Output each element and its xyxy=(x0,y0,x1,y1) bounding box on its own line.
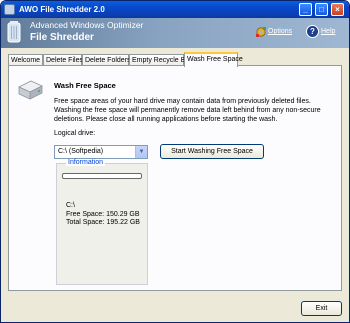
chevron-down-icon[interactable]: ▼ xyxy=(135,146,147,158)
exit-button[interactable]: Exit xyxy=(301,301,342,316)
logical-drive-label: Logical drive: xyxy=(54,130,96,137)
wash-free-space-panel: Wash Free Space Free space areas of your… xyxy=(8,65,342,291)
app-window: AWO File Shredder 2.0 _ □ × Advanced Win… xyxy=(0,0,350,323)
total-space-value: Total Space: 195.22 GB xyxy=(66,219,140,226)
start-washing-button[interactable]: Start Washing Free Space xyxy=(160,144,264,159)
module-name: File Shredder xyxy=(30,32,94,43)
recycle-bin-logo-icon xyxy=(7,21,21,43)
help-icon[interactable]: ? xyxy=(306,25,319,38)
window-title: AWO File Shredder 2.0 xyxy=(19,5,105,14)
panel-description: Free space areas of your hard drive may … xyxy=(54,98,321,123)
information-legend: Information xyxy=(66,159,106,166)
suite-name: Advanced Windows Optimizer xyxy=(30,20,144,30)
app-icon xyxy=(4,4,15,15)
minimize-button[interactable]: _ xyxy=(299,3,312,16)
tab-wash-free-space[interactable]: Wash Free Space xyxy=(184,52,243,67)
app-header: Advanced Windows Optimizer File Shredder… xyxy=(1,18,349,48)
drive-letter: C:\ xyxy=(66,202,75,209)
maximize-button[interactable]: □ xyxy=(315,3,328,16)
logical-drive-value: C:\ (Softpedia) xyxy=(58,148,104,155)
information-group: Information C:\ Free Space: 150.29 GB To… xyxy=(56,159,148,285)
drive-info: C:\ Free Space: 150.29 GB Total Space: 1… xyxy=(66,202,140,228)
logical-drive-select[interactable]: C:\ (Softpedia) ▼ xyxy=(54,145,148,159)
close-button[interactable]: × xyxy=(331,3,344,16)
help-link[interactable]: Help xyxy=(321,28,335,35)
panel-title: Wash Free Space xyxy=(54,81,116,90)
free-space-value: Free Space: 150.29 GB xyxy=(66,210,140,218)
wash-progress-bar xyxy=(62,173,142,179)
hard-drive-icon xyxy=(18,80,43,100)
options-link[interactable]: Options xyxy=(268,28,292,35)
title-bar[interactable]: AWO File Shredder 2.0 _ □ × xyxy=(1,1,349,18)
gear-icon[interactable] xyxy=(255,26,267,38)
